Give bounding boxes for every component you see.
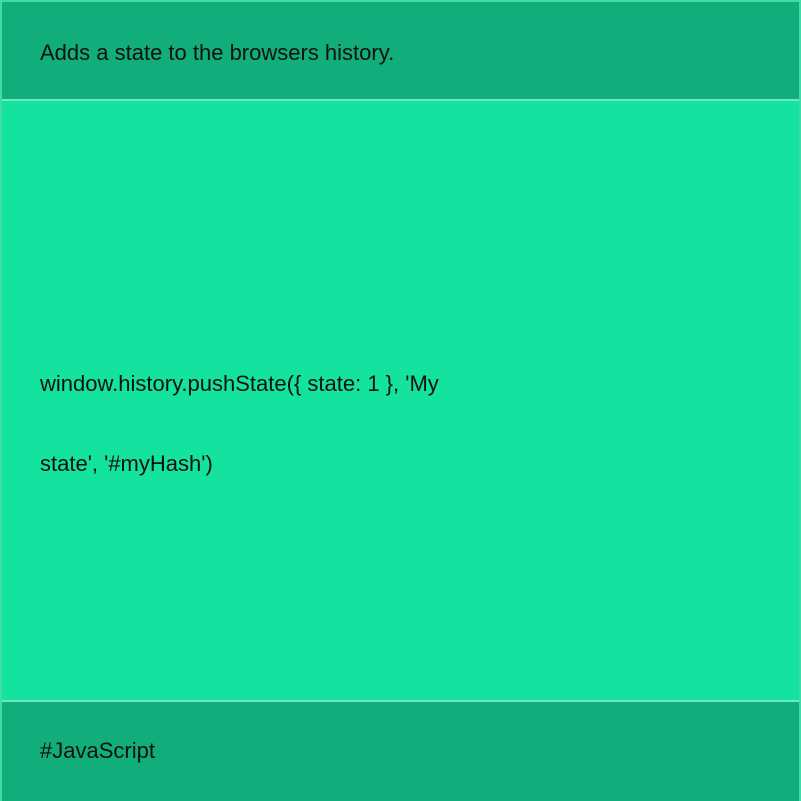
snippet-card: Adds a state to the browsers history. wi… — [0, 0, 801, 801]
code-area: window.history.pushState({ state: 1 }, '… — [2, 101, 799, 700]
code-line-2: state', '#myHash') — [40, 451, 213, 476]
code-line-1: window.history.pushState({ state: 1 }, '… — [40, 371, 439, 396]
language-tag: #JavaScript — [40, 738, 155, 763]
snippet-description: Adds a state to the browsers history. — [40, 40, 395, 65]
card-header: Adds a state to the browsers history. — [2, 2, 799, 101]
code-snippet: window.history.pushState({ state: 1 }, '… — [40, 344, 480, 504]
card-footer: #JavaScript — [2, 700, 799, 801]
